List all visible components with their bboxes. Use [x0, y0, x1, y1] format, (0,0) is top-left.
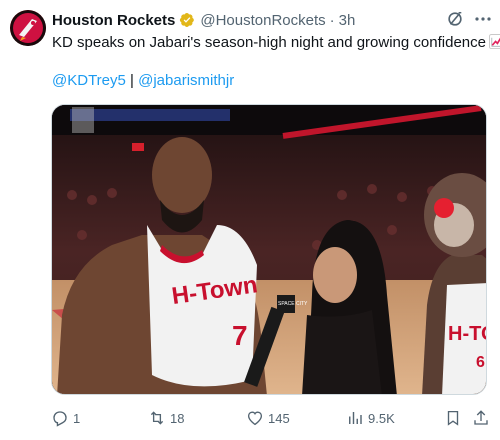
reply-count: 1: [73, 410, 81, 426]
tweet-actions: 1 18 145 9.5K: [0, 404, 500, 432]
tweet-mentions: @KDTrey5 | @jabarismithjr: [52, 71, 234, 91]
dot-separator: ·: [329, 11, 335, 29]
grok-icon[interactable]: [446, 10, 464, 28]
mention-jabarismithjr[interactable]: @jabarismithjr: [138, 72, 234, 89]
mascot-jersey-text: H-TO: [448, 323, 487, 345]
bookmark-button[interactable]: [444, 404, 466, 432]
tweet-media-video[interactable]: H-Town 7 SPACE CITY H-TO 6: [51, 104, 487, 395]
share-button[interactable]: [472, 404, 494, 432]
share-icon: [474, 410, 488, 425]
mic-flag-text: SPACE CITY: [278, 301, 308, 307]
chart-increasing-icon: [488, 34, 500, 49]
like-count: 145: [268, 410, 290, 426]
mascot-jersey-number: 6: [476, 354, 485, 371]
mascot: H-TO 6: [422, 173, 487, 394]
tweet-text: KD speaks on Jabari's season-high night …: [52, 33, 500, 53]
like-button[interactable]: 145: [246, 404, 290, 432]
author-handle[interactable]: @HoustonRockets: [200, 12, 325, 29]
views-button[interactable]: 9.5K: [346, 404, 395, 432]
mention-separator: |: [130, 72, 134, 89]
jersey-number: 7: [232, 320, 248, 351]
views-count: 9.5K: [368, 410, 395, 426]
tweet-time[interactable]: 3h: [339, 12, 356, 29]
mention-kdtrey5[interactable]: @KDTrey5: [52, 72, 126, 89]
bookmark-icon: [447, 410, 459, 426]
repost-button[interactable]: 18: [148, 404, 184, 432]
verified-badge-icon: [179, 12, 195, 28]
views-bar-chart-icon: [349, 412, 362, 424]
repost-icon: [150, 411, 164, 425]
author-name[interactable]: Houston Rockets: [52, 12, 175, 29]
avatar[interactable]: [10, 10, 46, 46]
repost-count: 18: [170, 410, 185, 426]
reply-icon: [53, 411, 67, 427]
tweet[interactable]: Houston Rockets @HoustonRockets · 3h KD …: [0, 0, 500, 440]
reply-button[interactable]: 1: [51, 404, 80, 432]
heart-icon: [247, 411, 263, 426]
tweet-header: Houston Rockets @HoustonRockets · 3h: [52, 11, 355, 29]
tweet-text-body: KD speaks on Jabari's season-high night …: [52, 34, 486, 51]
more-options-icon[interactable]: [474, 12, 492, 26]
